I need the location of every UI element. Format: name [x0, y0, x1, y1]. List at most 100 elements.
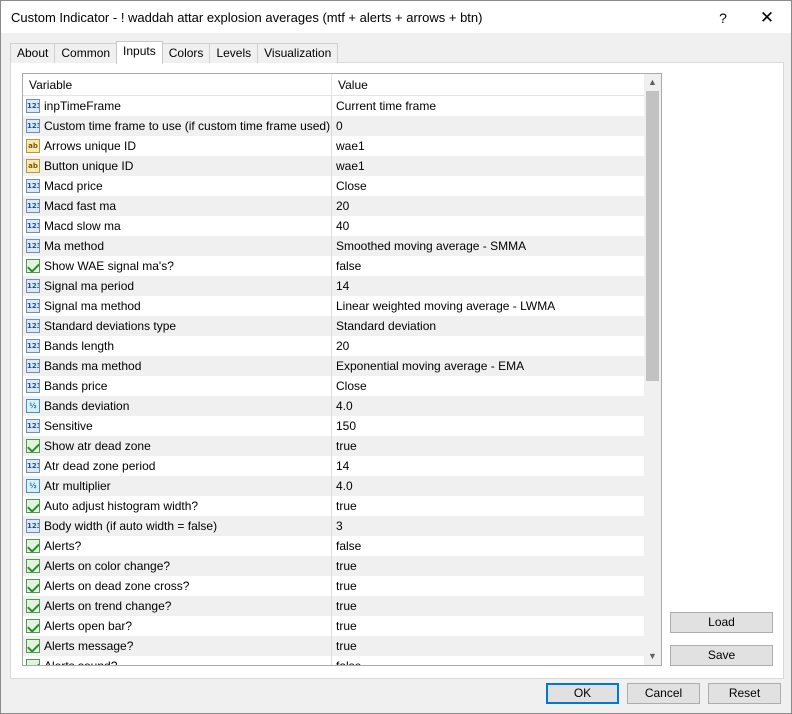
value-cell[interactable]: Standard deviation	[332, 316, 644, 336]
value-cell[interactable]: false	[332, 256, 644, 276]
table-row[interactable]: 123 Signal ma period 14	[23, 276, 644, 296]
value-cell[interactable]: 20	[332, 336, 644, 356]
integer-type-icon: 123	[26, 459, 40, 473]
load-button[interactable]: Load	[670, 612, 773, 633]
value-cell[interactable]: Close	[332, 376, 644, 396]
table-row[interactable]: 123 Body width (if auto width = false) 3	[23, 516, 644, 536]
grid-header: Variable Value	[23, 74, 644, 96]
table-row[interactable]: 123 inpTimeFrame Current time frame	[23, 96, 644, 116]
save-button[interactable]: Save	[670, 645, 773, 666]
table-row[interactable]: 123 Bands ma method Exponential moving ave…	[23, 356, 644, 376]
table-row[interactable]: 123 Signal ma method Linear weighted movin…	[23, 296, 644, 316]
column-header-value[interactable]: Value	[332, 74, 644, 96]
value-cell[interactable]: 20	[332, 196, 644, 216]
table-row[interactable]: 123 Custom time frame to use (if custom t…	[23, 116, 644, 136]
table-row[interactable]: Alerts on color change? true	[23, 556, 644, 576]
table-row[interactable]: ½ Bands deviation 4.0	[23, 396, 644, 416]
tab-levels[interactable]: Levels	[209, 43, 259, 63]
variable-label: Atr dead zone period	[44, 459, 156, 473]
boolean-type-icon	[26, 499, 40, 513]
scroll-up-icon[interactable]: ▲	[644, 74, 661, 91]
table-row[interactable]: Alerts message? true	[23, 636, 644, 656]
value-cell[interactable]: true	[332, 556, 644, 576]
value-cell[interactable]: true	[332, 596, 644, 616]
scroll-thumb[interactable]	[646, 91, 659, 381]
table-row[interactable]: 123 Sensitive 150	[23, 416, 644, 436]
variable-cell: 123 Atr dead zone period	[23, 456, 332, 476]
value-cell[interactable]: false	[332, 656, 644, 665]
variable-label: Bands length	[44, 339, 115, 353]
reset-button[interactable]: Reset	[708, 683, 781, 704]
variable-label: Custom time frame to use (if custom time…	[44, 119, 331, 133]
value-cell[interactable]: true	[332, 576, 644, 596]
value-cell[interactable]: 14	[332, 276, 644, 296]
variable-label: Alerts open bar?	[44, 619, 133, 633]
value-cell[interactable]: true	[332, 496, 644, 516]
value-cell[interactable]: wae1	[332, 156, 644, 176]
variable-label: Macd fast ma	[44, 199, 117, 213]
table-row[interactable]: Alerts sound? false	[23, 656, 644, 665]
table-row[interactable]: Alerts on trend change? true	[23, 596, 644, 616]
table-row[interactable]: Alerts? false	[23, 536, 644, 556]
table-row[interactable]: 123 Standard deviations type Standard devi…	[23, 316, 644, 336]
integer-type-icon: 123	[26, 179, 40, 193]
ok-button[interactable]: OK	[546, 683, 619, 704]
value-cell[interactable]: Exponential moving average - EMA	[332, 356, 644, 376]
inputs-grid: Variable Value 123 inpTimeFrame Current ti…	[22, 73, 662, 666]
tab-about[interactable]: About	[10, 43, 56, 63]
table-row[interactable]: 123 Ma method Smoothed moving average - SM…	[23, 236, 644, 256]
value-cell[interactable]: true	[332, 636, 644, 656]
table-row[interactable]: 123 Bands length 20	[23, 336, 644, 356]
tab-visualization[interactable]: Visualization	[257, 43, 339, 63]
value-cell[interactable]: true	[332, 616, 644, 636]
table-row[interactable]: 123 Macd price Close	[23, 176, 644, 196]
variable-label: Bands ma method	[44, 359, 142, 373]
value-cell[interactable]: false	[332, 536, 644, 556]
tab-common[interactable]: Common	[54, 43, 118, 63]
value-cell[interactable]: 150	[332, 416, 644, 436]
table-row[interactable]: Alerts open bar? true	[23, 616, 644, 636]
table-row[interactable]: 123 Macd slow ma 40	[23, 216, 644, 236]
variable-label: Signal ma period	[44, 279, 135, 293]
scroll-down-icon[interactable]: ▼	[644, 648, 661, 665]
table-row[interactable]: Alerts on dead zone cross? true	[23, 576, 644, 596]
table-row[interactable]: 123 Macd fast ma 20	[23, 196, 644, 216]
value-cell[interactable]: 3	[332, 516, 644, 536]
table-row[interactable]: ½ Atr multiplier 4.0	[23, 476, 644, 496]
value-cell[interactable]: 14	[332, 456, 644, 476]
value-cell[interactable]: 0	[332, 116, 644, 136]
table-row[interactable]: 123 Bands price Close	[23, 376, 644, 396]
variable-label: inpTimeFrame	[44, 99, 121, 113]
value-cell[interactable]: Smoothed moving average - SMMA	[332, 236, 644, 256]
variable-cell: Alerts on trend change?	[23, 596, 332, 616]
variable-cell: 123 Ma method	[23, 236, 332, 256]
value-cell[interactable]: 4.0	[332, 476, 644, 496]
value-cell[interactable]: Linear weighted moving average - LWMA	[332, 296, 644, 316]
variable-cell: 123 Macd slow ma	[23, 216, 332, 236]
table-row[interactable]: 123 Atr dead zone period 14	[23, 456, 644, 476]
variable-label: Auto adjust histogram width?	[44, 499, 199, 513]
tab-inputs[interactable]: Inputs	[116, 41, 163, 64]
value-cell[interactable]: 40	[332, 216, 644, 236]
integer-type-icon: 123	[26, 519, 40, 533]
table-row[interactable]: Auto adjust histogram width? true	[23, 496, 644, 516]
value-cell[interactable]: true	[332, 436, 644, 456]
integer-type-icon: 123	[26, 119, 40, 133]
value-cell[interactable]: Current time frame	[332, 96, 644, 116]
help-button[interactable]: ?	[707, 5, 739, 31]
integer-type-icon: 123	[26, 359, 40, 373]
variable-cell: Alerts on color change?	[23, 556, 332, 576]
table-row[interactable]: Show WAE signal ma's? false	[23, 256, 644, 276]
column-header-variable[interactable]: Variable	[23, 74, 332, 96]
value-cell[interactable]: wae1	[332, 136, 644, 156]
integer-type-icon: 123	[26, 299, 40, 313]
value-cell[interactable]: Close	[332, 176, 644, 196]
close-button[interactable]: ✕	[751, 5, 783, 31]
tab-colors[interactable]: Colors	[161, 43, 211, 63]
table-row[interactable]: Show atr dead zone true	[23, 436, 644, 456]
table-row[interactable]: ab Button unique ID wae1	[23, 156, 644, 176]
vertical-scrollbar[interactable]: ▲ ▼	[644, 74, 661, 665]
cancel-button[interactable]: Cancel	[627, 683, 700, 704]
value-cell[interactable]: 4.0	[332, 396, 644, 416]
table-row[interactable]: ab Arrows unique ID wae1	[23, 136, 644, 156]
